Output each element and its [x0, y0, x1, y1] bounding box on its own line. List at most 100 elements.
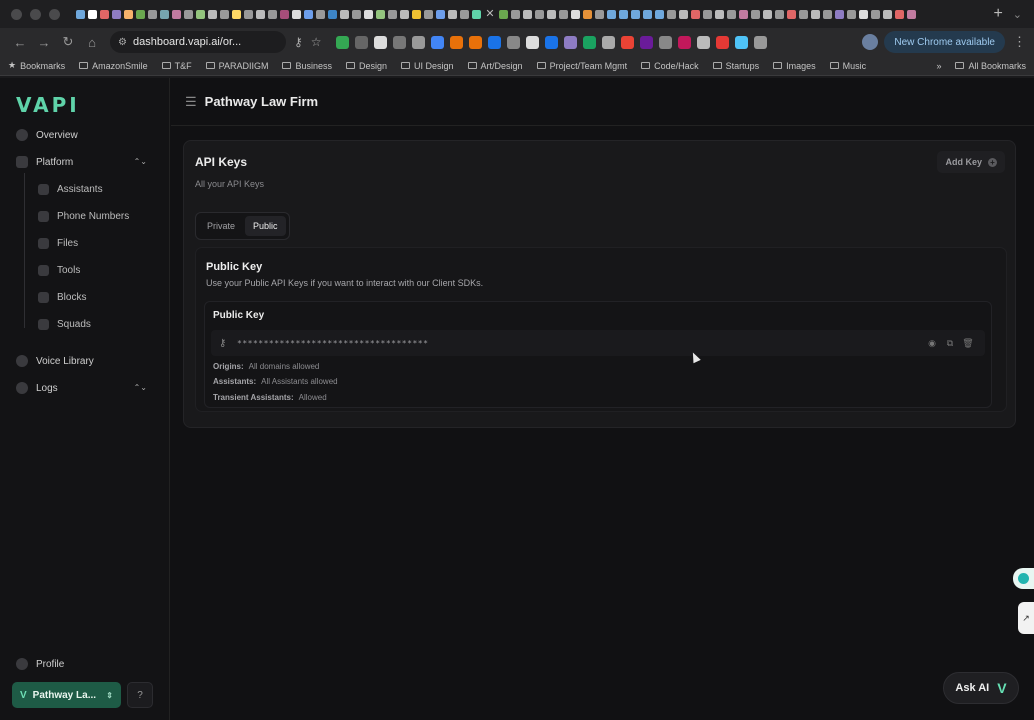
file-icon [38, 238, 49, 249]
browser-tab-strip: ✕ + ⌄ [0, 0, 1034, 28]
bookmark-item[interactable]: ★ Bookmarks [8, 60, 65, 71]
assistants-row: Assistants: All Assistants allowed [213, 377, 338, 386]
api-keys-card: API Keys All your API Keys Add Key + Pri… [183, 140, 1016, 428]
sidebar-item-phone-numbers[interactable]: Phone Numbers [38, 211, 129, 222]
user-icon [16, 658, 28, 670]
trash-icon[interactable]: 🗑 [959, 338, 977, 349]
menu-icon[interactable]: ☰ [185, 94, 197, 110]
bookmarks-overflow-icon[interactable]: » [936, 61, 941, 71]
bookmark-folder[interactable]: Project/Team Mgmt [536, 61, 627, 71]
all-bookmarks[interactable]: All Bookmarks [955, 61, 1026, 71]
chrome-update-button[interactable]: New Chrome available [884, 31, 1005, 53]
folder-icon [955, 62, 965, 69]
amazon-icon [79, 62, 89, 69]
close-tab-icon[interactable]: ✕ [484, 8, 496, 20]
logs-icon [16, 382, 28, 394]
site-info-icon[interactable]: ⚙ [118, 37, 127, 48]
sidebar-item-profile[interactable]: Profile [16, 658, 64, 670]
folder-icon [641, 62, 651, 69]
vapi-mark-icon: V [997, 680, 1007, 696]
sidebar-item-tools[interactable]: Tools [38, 265, 80, 276]
phone-icon [38, 211, 49, 222]
back-icon[interactable]: ← [8, 35, 32, 50]
key-value-field: ⚷ ************************************ ◉… [211, 330, 985, 356]
bookmark-folder[interactable]: Design [346, 61, 387, 71]
sidebar: VAPI Overview Platform ⌃⌄ Assistants Pho… [0, 78, 170, 720]
home-icon[interactable]: ⌂ [80, 35, 104, 50]
help-button[interactable]: ? [127, 682, 153, 708]
url-text: dashboard.vapi.ai/or... [132, 36, 242, 48]
bookmark-folder[interactable]: T&F [161, 61, 192, 71]
logs-expand-icon[interactable]: ⌃⌄ [134, 383, 147, 392]
folder-icon [829, 62, 839, 69]
sidebar-item-logs[interactable]: Logs [16, 382, 58, 394]
forward-icon[interactable]: → [32, 35, 56, 50]
blocks-icon [38, 292, 49, 303]
voice-icon [16, 355, 28, 367]
public-key-description: Use your Public API Keys if you want to … [206, 278, 484, 288]
tab-private[interactable]: Private [199, 216, 243, 236]
overview-icon [16, 129, 28, 141]
question-icon: ? [137, 689, 143, 701]
folder-icon [346, 62, 355, 69]
bookmark-item[interactable]: AmazonSmile [79, 61, 148, 71]
vapi-dashboard: VAPI Overview Platform ⌃⌄ Assistants Pho… [0, 78, 1034, 720]
folder-icon [161, 62, 171, 69]
squads-icon [38, 319, 49, 330]
key-icon: ⚷ [219, 337, 227, 349]
tab-public[interactable]: Public [245, 216, 286, 236]
window-controls[interactable] [0, 8, 60, 20]
eye-icon[interactable]: ◉ [923, 338, 941, 349]
bookmark-folder[interactable]: Art/Design [467, 61, 523, 71]
chevron-updown-icon: ⇕ [106, 690, 113, 700]
bookmark-folder[interactable]: Images [773, 61, 816, 71]
folder-icon [205, 62, 215, 69]
address-bar[interactable]: ⚙ dashboard.vapi.ai/or... [110, 31, 286, 53]
plus-icon: + [988, 157, 997, 167]
bookmark-folder[interactable]: Business [282, 61, 332, 71]
password-key-icon[interactable]: ⚷ [294, 35, 303, 49]
reload-icon[interactable]: ↻ [56, 34, 80, 50]
transient-assistants-row: Transient Assistants: Allowed [213, 393, 327, 402]
folder-icon [712, 62, 722, 69]
platform-expand-icon[interactable]: ⌃⌄ [134, 157, 147, 166]
bookmark-folder[interactable]: UI Design [401, 61, 454, 71]
browser-toolbar: ← → ↻ ⌂ ⚙ dashboard.vapi.ai/or... ⚷ ☆ Ne… [0, 28, 1034, 56]
bookmarks-bar: ★ Bookmarks AmazonSmile T&F PARADIIGM Bus… [0, 56, 1034, 76]
pinned-tabs[interactable]: ✕ [76, 8, 983, 20]
bookmark-folder[interactable]: Code/Hack [641, 61, 699, 71]
ask-ai-button[interactable]: Ask AI V [943, 672, 1019, 704]
tree-guide [24, 173, 25, 328]
tools-icon [38, 265, 49, 276]
api-keys-title: API Keys [195, 155, 248, 169]
browser-menu-icon[interactable]: ⋮ [1013, 34, 1026, 50]
tab-search-icon[interactable]: ⌄ [1013, 8, 1022, 21]
page-title: Pathway Law Firm [204, 94, 319, 109]
org-switcher-button[interactable]: V Pathway La... ⇕ [12, 682, 121, 708]
sidebar-item-overview[interactable]: Overview [16, 129, 78, 141]
folder-icon [401, 62, 411, 69]
folder-icon [536, 62, 546, 69]
bookmark-folder[interactable]: Startups [712, 61, 759, 71]
folder-icon [773, 62, 783, 69]
new-tab-icon[interactable]: + [993, 5, 1002, 23]
bookmark-folder[interactable]: PARADIIGM [205, 61, 268, 71]
sidebar-item-squads[interactable]: Squads [38, 319, 91, 330]
folder-icon [282, 62, 292, 69]
floating-chart-icon[interactable]: ↗ [1018, 602, 1034, 634]
vapi-logo[interactable]: VAPI [16, 93, 80, 117]
bookmark-folder[interactable]: Music [829, 61, 866, 71]
page-header: ☰ Pathway Law Firm [171, 78, 1034, 126]
bookmark-star-icon[interactable]: ☆ [311, 35, 322, 49]
folder-icon [467, 62, 477, 69]
browser-profile-avatar[interactable] [862, 34, 879, 50]
sidebar-item-blocks[interactable]: Blocks [38, 292, 86, 303]
sidebar-item-voice-library[interactable]: Voice Library [16, 355, 94, 367]
copy-icon[interactable]: ⧉ [941, 338, 959, 349]
extensions-row[interactable] [335, 35, 863, 49]
add-key-button[interactable]: Add Key + [937, 151, 1005, 173]
sidebar-item-assistants[interactable]: Assistants [38, 184, 103, 195]
floating-assistant-icon[interactable] [1013, 568, 1034, 589]
sidebar-item-files[interactable]: Files [38, 238, 78, 249]
key-type-tabs: Private Public [195, 212, 290, 240]
